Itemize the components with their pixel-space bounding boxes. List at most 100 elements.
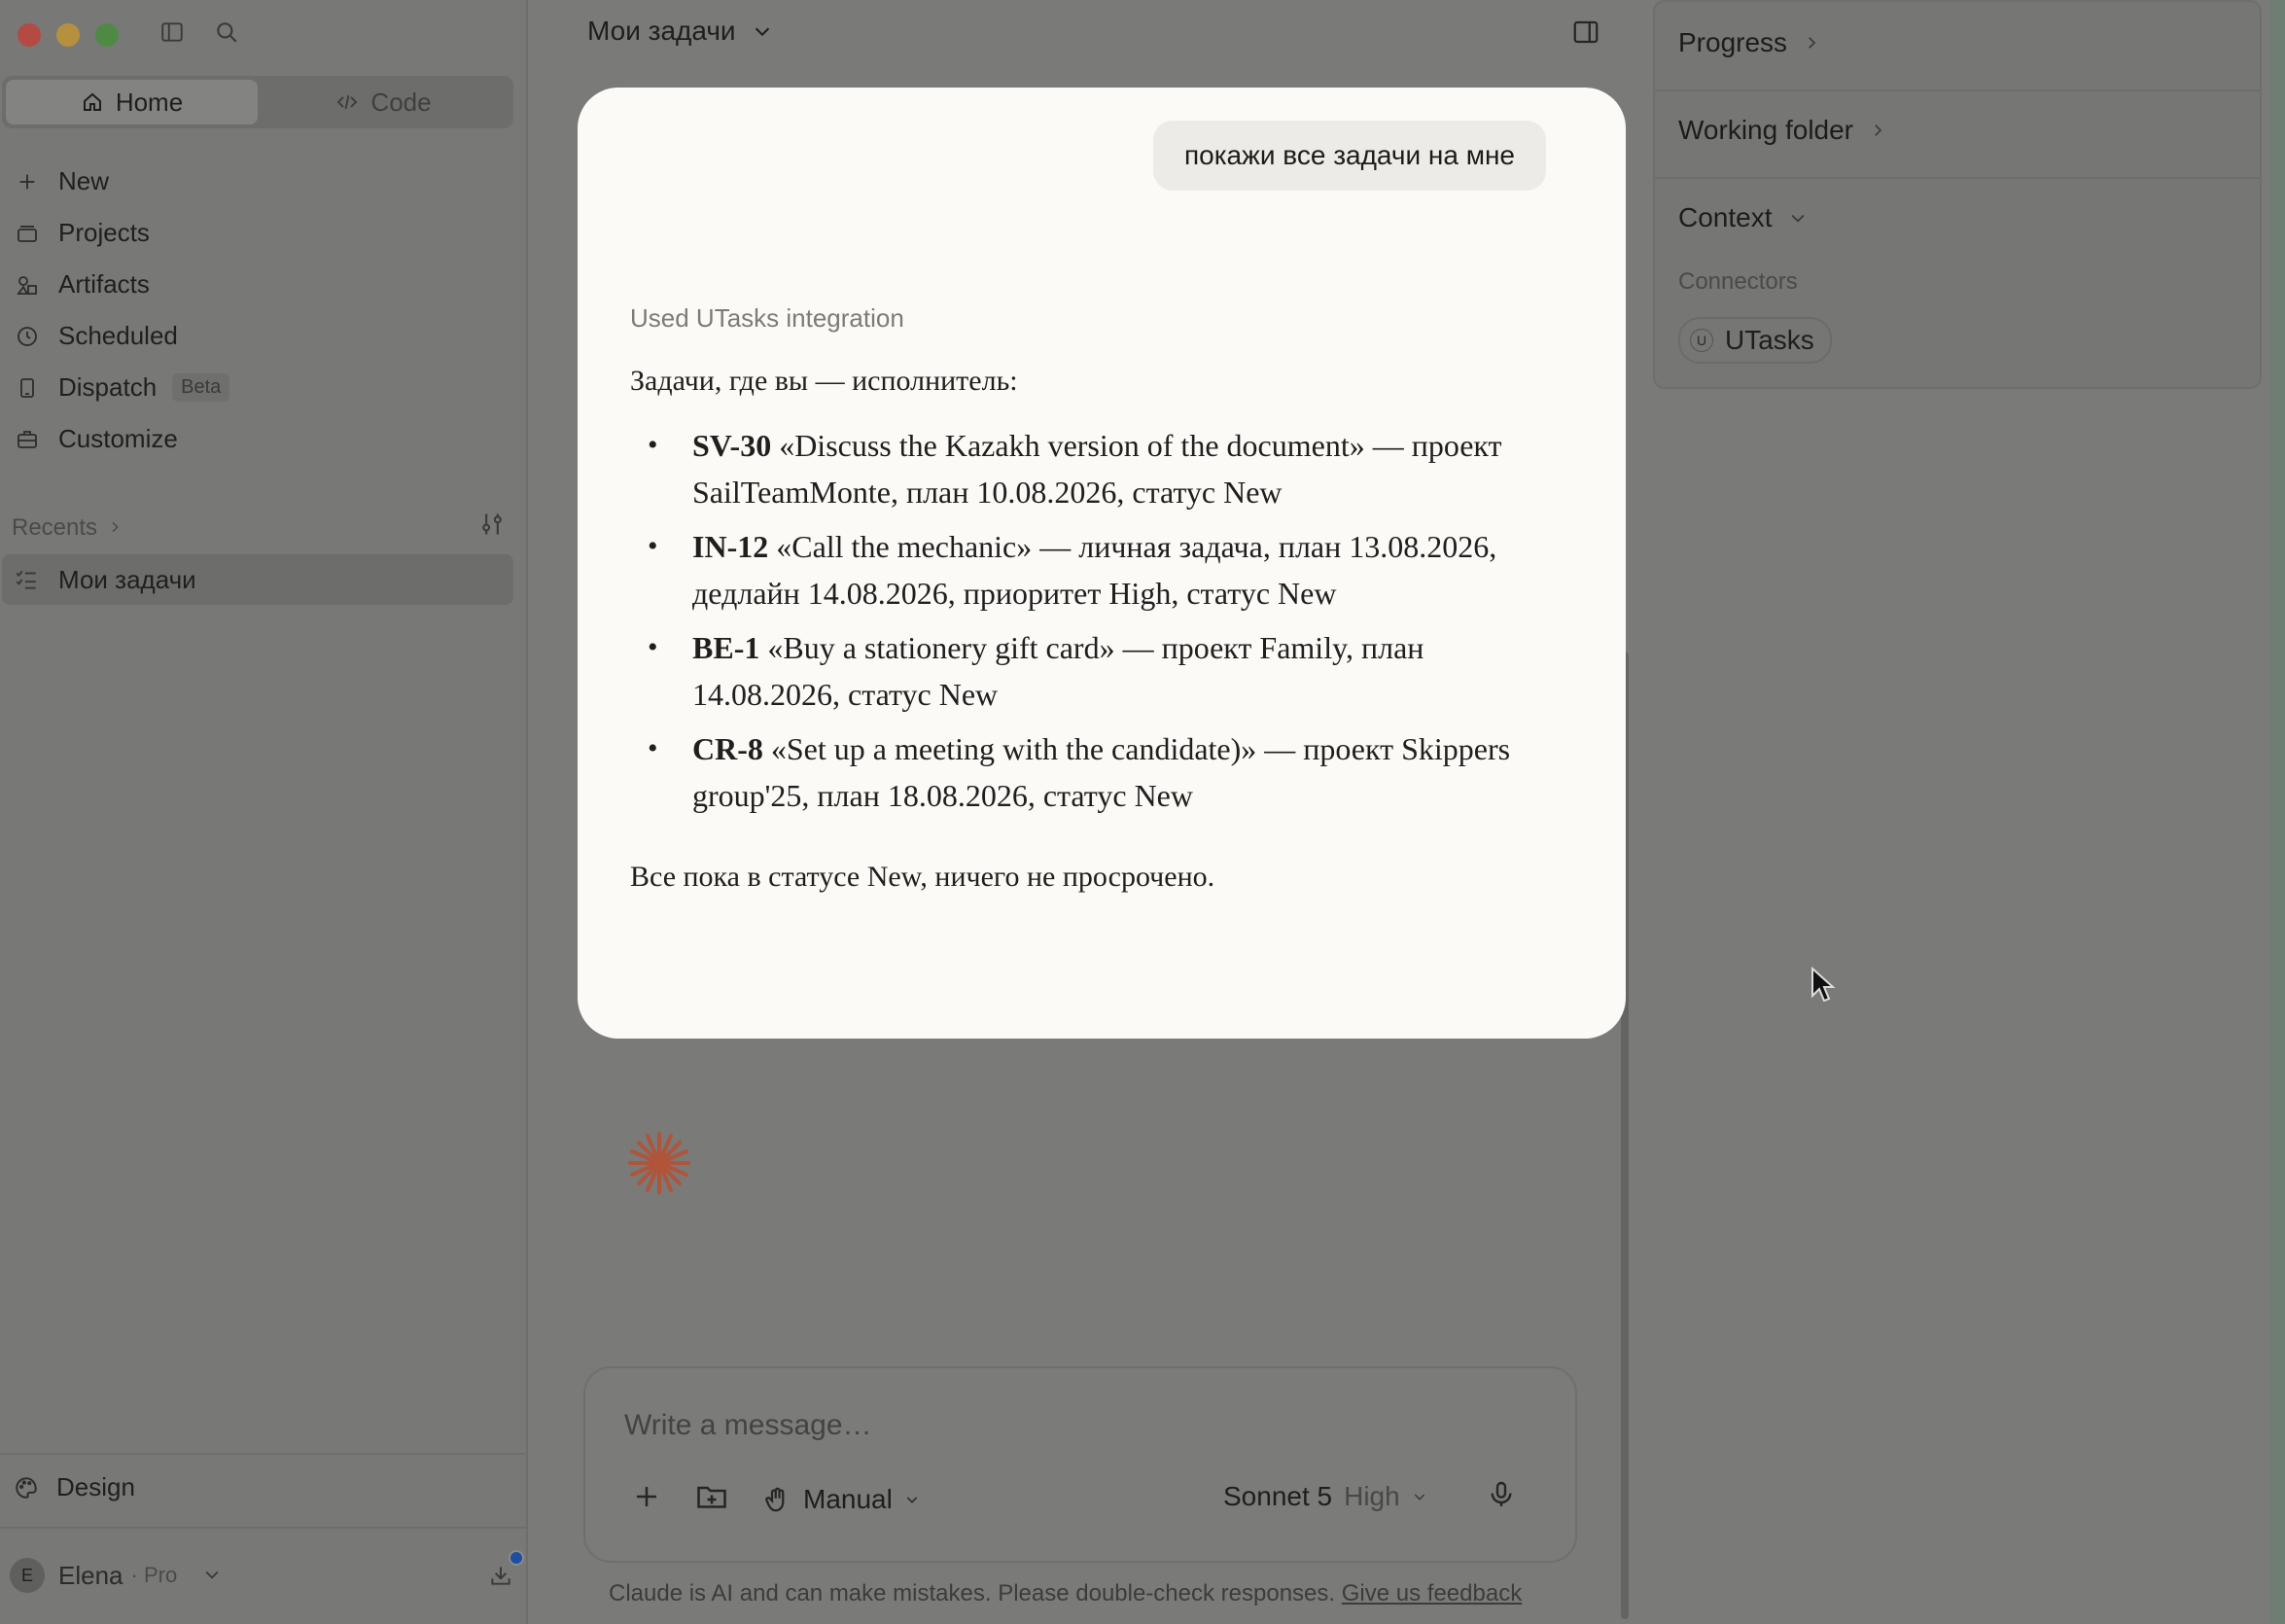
sidebar-item-projects[interactable]: Projects [14, 207, 519, 259]
sidebar-item-dispatch[interactable]: Dispatch Beta [14, 362, 519, 413]
task-id: SV-30 [692, 428, 772, 463]
disclaimer-text: Claude is AI and can make mistakes. Plea… [609, 1580, 1336, 1606]
progress-section[interactable]: Progress [1678, 27, 1820, 58]
recent-chat-item[interactable]: Мои задачи [2, 554, 513, 605]
right-panel: Progress Working folder Context Connecto… [1653, 0, 2262, 389]
working-folder-section[interactable]: Working folder [1678, 115, 1886, 146]
design-label: Design [56, 1472, 135, 1501]
panel-divider [1655, 177, 2260, 179]
add-attachment-icon[interactable] [632, 1482, 661, 1516]
mode-toggle: Home Code [2, 76, 513, 128]
composer-tools: Manual [632, 1479, 920, 1519]
user-menu[interactable]: E Elena · Pro [10, 1550, 524, 1595]
claude-spark-icon [626, 1130, 692, 1201]
task-id: BE-1 [692, 630, 760, 665]
phone-icon [14, 374, 41, 402]
connector-name: UTasks [1725, 325, 1814, 355]
task-text: «Discuss the Kazakh version of the docum… [692, 428, 1502, 510]
code-tab-label: Code [370, 87, 432, 117]
chevron-down-icon [906, 1496, 918, 1503]
model-effort: High [1344, 1481, 1400, 1511]
microphone-icon[interactable] [1486, 1479, 1517, 1515]
context-section[interactable]: Context [1678, 202, 1808, 233]
minimize-window-button[interactable] [56, 23, 80, 47]
briefcase-icon [14, 426, 41, 453]
toggle-sidebar-icon[interactable] [158, 18, 187, 47]
task-id: IN-12 [692, 529, 769, 564]
chevron-down-icon [1414, 1494, 1424, 1500]
user-plan: · Pro [130, 1563, 178, 1587]
sidebar-divider [0, 1527, 528, 1529]
list-item: CR-8 «Set up a meeting with the candidat… [648, 725, 1529, 819]
avatar: E [10, 1558, 45, 1593]
working-folder-label: Working folder [1678, 115, 1854, 145]
window-controls [18, 23, 119, 47]
recent-chat-label: Мои задачи [58, 564, 196, 594]
filter-icon[interactable] [478, 511, 506, 545]
recents-header[interactable]: Recents [12, 511, 506, 545]
model-select[interactable]: Sonnet 5 High [1223, 1481, 1427, 1512]
sidebar-top-actions [158, 18, 241, 47]
sidebar-item-label: Dispatch [58, 372, 158, 402]
message-card: покажи все задачи на мне Used UTasks int… [578, 88, 1626, 1039]
plus-icon [14, 168, 41, 195]
message-input[interactable]: Write a message… [624, 1409, 872, 1442]
code-icon [337, 94, 358, 110]
assistant-answer: Задачи, где вы — исполнитель: SV-30 «Dis… [630, 360, 1534, 899]
task-id: CR-8 [692, 731, 763, 766]
sidebar-item-artifacts[interactable]: Artifacts [14, 259, 519, 310]
user-message: покажи все задачи на мне [1152, 121, 1546, 191]
sidebar-item-label: Artifacts [58, 269, 150, 299]
chevron-down-icon [755, 27, 769, 37]
tool-used-label[interactable]: Used UTasks integration [630, 303, 904, 334]
checklist-icon [16, 570, 36, 589]
recents-label: Recents [12, 513, 98, 541]
panel-divider [1655, 89, 2260, 91]
clock-icon [14, 323, 41, 350]
answer-intro: Задачи, где вы — исполнитель: [630, 365, 1018, 397]
beta-badge: Beta [172, 373, 230, 402]
disclaimer: Claude is AI and can make mistakes. Plea… [609, 1580, 1522, 1607]
chat-title-menu[interactable]: Мои задачи [587, 16, 773, 47]
user-name: Elena [58, 1560, 123, 1590]
sidebar: Home Code New Projects Artifacts Schedul… [0, 0, 528, 1624]
chevron-down-icon [202, 1561, 222, 1591]
sidebar-item-label: New [58, 166, 110, 195]
toggle-right-panel-icon[interactable] [1571, 18, 1600, 52]
sidebar-item-scheduled[interactable]: Scheduled [14, 310, 519, 362]
close-window-button[interactable] [18, 23, 41, 47]
sidebar-item-label: Projects [58, 218, 150, 247]
utasks-icon: U [1690, 329, 1713, 352]
context-label: Context [1678, 202, 1773, 232]
search-icon[interactable] [212, 18, 241, 47]
artifacts-icon [14, 271, 41, 299]
sidebar-item-design[interactable]: Design [14, 1472, 135, 1502]
chevron-right-icon [1875, 124, 1882, 136]
permission-mode-select[interactable]: Manual [762, 1484, 920, 1515]
palette-icon [16, 1476, 37, 1499]
sidebar-item-customize[interactable]: Customize [14, 413, 519, 465]
home-tab[interactable]: Home [6, 80, 258, 124]
zoom-window-button[interactable] [95, 23, 119, 47]
model-name: Sonnet 5 [1223, 1481, 1333, 1511]
download-button[interactable] [481, 1550, 524, 1595]
sidebar-item-new[interactable]: New [14, 156, 519, 207]
connectors-label: Connectors [1678, 268, 1798, 295]
chevron-right-icon [107, 514, 123, 542]
progress-label: Progress [1678, 27, 1788, 57]
connector-chip[interactable]: U UTasks [1678, 317, 1832, 364]
window-edge [2269, 0, 2285, 1624]
home-tab-label: Home [115, 87, 184, 117]
sidebar-divider [0, 1453, 528, 1455]
list-item: BE-1 «Buy a stationery gift card» — прое… [648, 624, 1529, 718]
home-icon [83, 92, 101, 111]
hand-icon [765, 1487, 785, 1511]
task-text: «Set up a meeting with the candidate)» —… [692, 731, 1511, 813]
permission-mode-label: Manual [803, 1483, 893, 1514]
sidebar-item-label: Customize [58, 424, 178, 453]
feedback-link[interactable]: Give us feedback [1342, 1580, 1522, 1606]
add-folder-icon[interactable] [694, 1479, 729, 1519]
list-item: SV-30 «Discuss the Kazakh version of the… [648, 422, 1529, 515]
message-composer: Write a message… Manual Sonnet 5 High [583, 1366, 1577, 1563]
code-tab[interactable]: Code [258, 80, 510, 124]
